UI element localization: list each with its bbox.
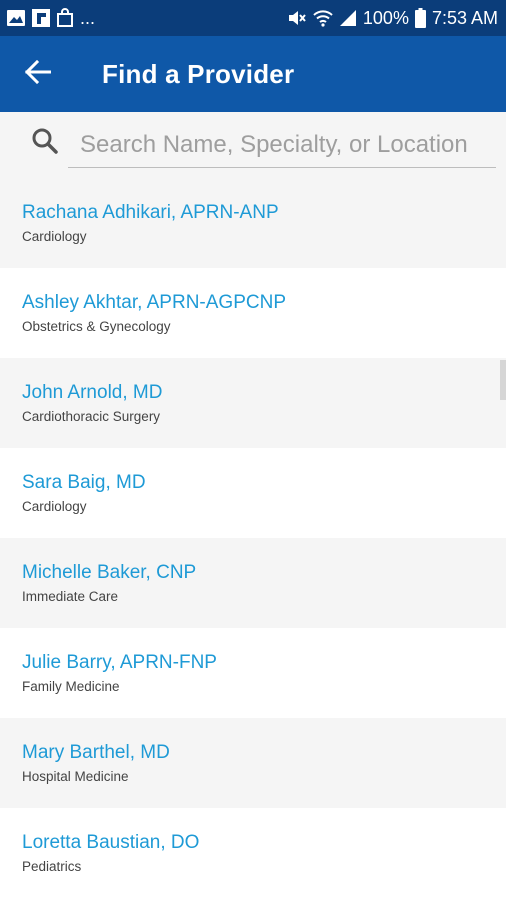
signal-icon <box>339 9 357 27</box>
page-title: Find a Provider <box>102 58 295 89</box>
provider-item[interactable]: John Arnold, MD Cardiothoracic Surgery <box>0 358 506 448</box>
provider-specialty: Obstetrics & Gynecology <box>22 319 171 334</box>
provider-name[interactable]: Michelle Baker, CNP <box>22 562 484 584</box>
wifi-icon <box>313 9 333 27</box>
provider-item[interactable]: Sara Baig, MD Cardiology <box>0 448 506 538</box>
provider-specialty: Cardiology <box>22 229 87 244</box>
provider-item[interactable]: Loretta Baustian, DO Pediatrics <box>0 808 506 898</box>
provider-list: Rachana Adhikari, APRN-ANP Cardiology As… <box>0 178 506 900</box>
image-icon <box>6 9 26 27</box>
clock: 7:53 AM <box>431 7 498 28</box>
status-bar: ... 100% 7:53 AM <box>0 0 506 36</box>
provider-item[interactable]: Rachana Adhikari, APRN-ANP Cardiology <box>0 178 506 268</box>
provider-specialty: Pediatrics <box>22 859 82 874</box>
status-bar-right: 100% 7:53 AM <box>287 8 498 29</box>
bag-icon <box>56 8 74 28</box>
provider-name[interactable]: Loretta Baustian, DO <box>22 832 484 854</box>
search-bar <box>0 112 506 178</box>
flipboard-icon <box>32 9 50 27</box>
provider-name[interactable]: Rachana Adhikari, APRN-ANP <box>22 202 484 224</box>
scrollbar-thumb[interactable] <box>500 360 506 400</box>
more-notifications: ... <box>80 7 96 28</box>
provider-item[interactable]: Michelle Baker, CNP Immediate Care <box>0 538 506 628</box>
app-bar: Find a Provider <box>0 36 506 112</box>
provider-name[interactable]: Julie Barry, APRN-FNP <box>22 652 484 674</box>
arrow-left-icon <box>24 59 52 89</box>
battery-icon <box>414 8 426 28</box>
provider-specialty: Cardiology <box>22 499 87 514</box>
provider-specialty: Immediate Care <box>22 589 119 604</box>
status-bar-left: ... <box>6 8 95 29</box>
provider-item[interactable]: Ashley Akhtar, APRN-AGPCNP Obstetrics & … <box>0 268 506 358</box>
provider-name[interactable]: Sara Baig, MD <box>22 472 484 494</box>
back-button[interactable] <box>0 36 76 112</box>
mute-icon <box>287 9 307 27</box>
provider-item[interactable]: Mary Barthel, MD Hospital Medicine <box>0 718 506 808</box>
provider-specialty: Family Medicine <box>22 679 120 694</box>
provider-name[interactable]: Mary Barthel, MD <box>22 742 484 764</box>
search-icon <box>30 126 60 156</box>
provider-item[interactable]: Julie Barry, APRN-FNP Family Medicine <box>0 628 506 718</box>
search-input[interactable] <box>68 122 496 168</box>
provider-specialty: Hospital Medicine <box>22 769 129 784</box>
provider-specialty: Cardiothoracic Surgery <box>22 409 161 424</box>
provider-name[interactable]: John Arnold, MD <box>22 382 484 404</box>
provider-name[interactable]: Ashley Akhtar, APRN-AGPCNP <box>22 292 484 314</box>
battery-percent: 100% <box>362 7 409 28</box>
